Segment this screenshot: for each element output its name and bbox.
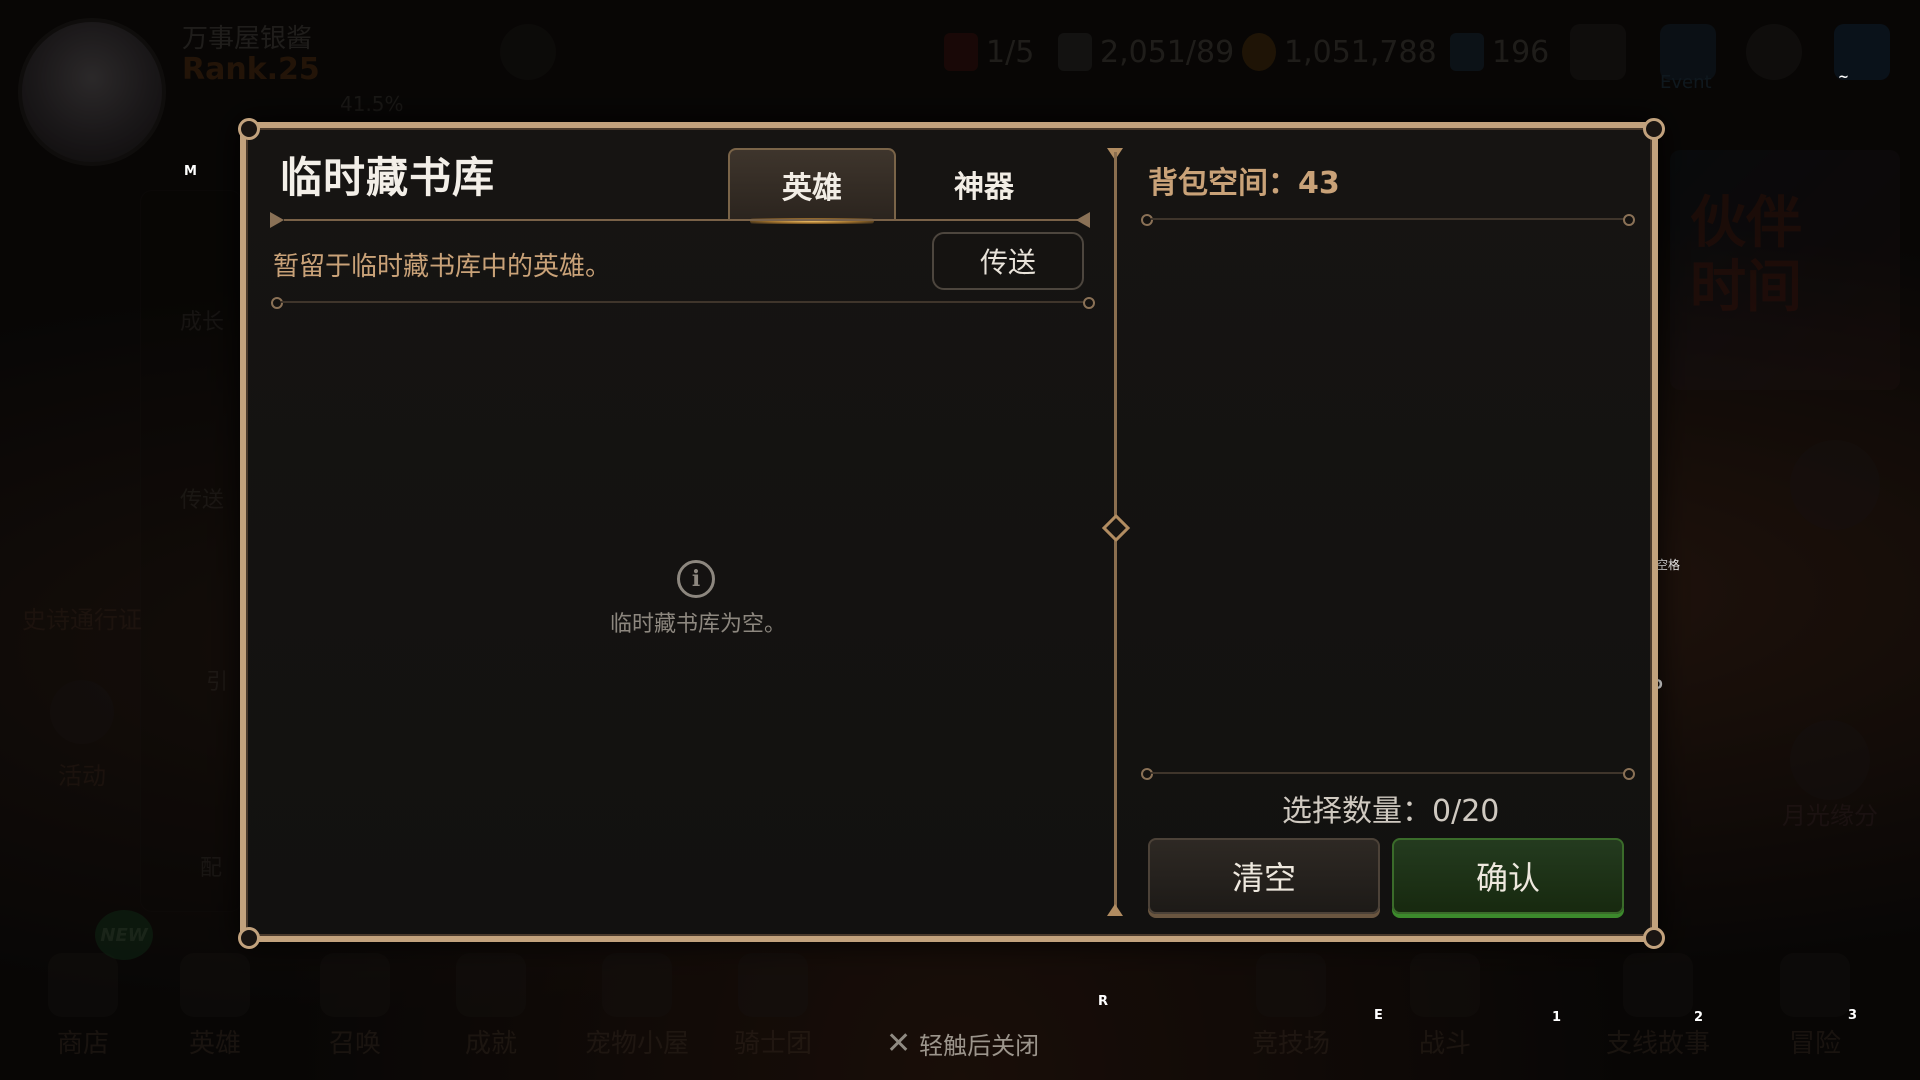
bag-item-list[interactable] <box>1146 230 1630 760</box>
vdiv-cap-bottom <box>1107 904 1123 916</box>
send-button[interactable]: 传送 <box>932 232 1084 290</box>
divider-dot <box>1083 297 1095 309</box>
clear-button[interactable]: 清空 <box>1148 838 1380 914</box>
description-divider <box>281 301 1083 303</box>
hotkey-m: M <box>184 164 197 179</box>
bag-space-label: 背包空间：43 <box>1148 166 1340 201</box>
bag-bottom-divider <box>1151 772 1625 774</box>
hotkey-3: 3 <box>1848 1008 1858 1023</box>
divider-dot <box>1623 768 1635 780</box>
divider-arrow-right <box>1076 212 1090 228</box>
divider-arrow-left <box>270 212 284 228</box>
hotkey-2: 2 <box>1694 1010 1704 1025</box>
frame-corner-bl <box>238 927 260 949</box>
hotkey-e: E <box>1374 1008 1383 1023</box>
frame-corner-tr <box>1643 118 1665 140</box>
bag-top-divider <box>1151 218 1625 220</box>
hotkey-tilde: ~ <box>1838 70 1849 85</box>
hotkey-space: 空格 <box>1656 558 1681 572</box>
hotkey-r: R <box>1098 994 1109 1009</box>
info-icon: i <box>677 560 715 598</box>
tap-to-close[interactable]: ✕ 轻触后关闭 <box>886 1026 1039 1061</box>
close-hint-label: 轻触后关闭 <box>919 1032 1040 1060</box>
tab-artifact-label: 神器 <box>954 170 1014 205</box>
frame-corner-br <box>1643 927 1665 949</box>
select-count-label: 选择数量：0/20 <box>1282 794 1500 829</box>
tab-hero[interactable]: 英雄 <box>728 148 896 224</box>
tab-hero-label: 英雄 <box>782 171 842 206</box>
modal-title: 临时藏书库 <box>280 153 496 202</box>
hotkey-1: 1 <box>1552 1010 1562 1025</box>
divider-dot <box>271 297 283 309</box>
tab-underline <box>284 219 1084 221</box>
frame-corner-tl <box>238 118 260 140</box>
divider-dot <box>1141 214 1153 226</box>
library-description: 暂留于临时藏书库中的英雄。 <box>273 252 612 282</box>
close-icon: ✕ <box>886 1026 912 1061</box>
empty-library-text: 临时藏书库为空。 <box>610 612 787 637</box>
confirm-button[interactable]: 确认 <box>1392 838 1624 914</box>
tab-artifact[interactable]: 神器 <box>900 148 1068 220</box>
divider-dot <box>1141 768 1153 780</box>
divider-dot <box>1623 214 1635 226</box>
